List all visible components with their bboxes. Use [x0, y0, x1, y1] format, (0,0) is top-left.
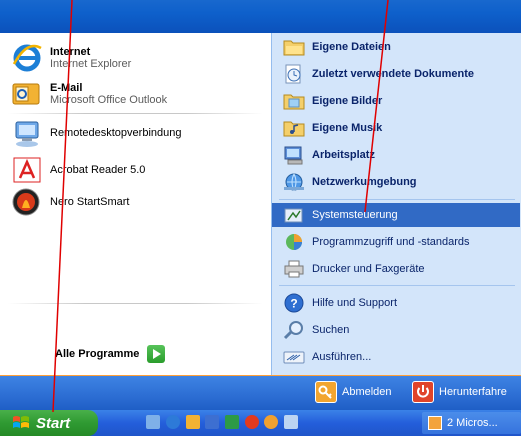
right-item-label: Zuletzt verwendete Dokumente: [312, 68, 474, 80]
right-item-systemsteuerung[interactable]: Systemsteuerung: [272, 203, 520, 227]
outlook-icon: [10, 78, 44, 110]
logoff-button[interactable]: Abmelden: [315, 381, 392, 403]
recent-acrobat[interactable]: Acrobat Reader 5.0: [10, 152, 265, 188]
key-icon: [315, 381, 337, 403]
taskbar-button-microsoft[interactable]: 2 Micros...: [422, 412, 521, 434]
green-arrow-icon: [147, 345, 166, 363]
right-item-label: Eigene Musik: [312, 122, 383, 134]
right-item-label: Arbeitsplatz: [312, 149, 375, 161]
right-item-zuletzt-verwendete-dokumente[interactable]: Zuletzt verwendete Dokumente: [282, 62, 518, 86]
quicklaunch-desktop-icon[interactable]: [146, 415, 160, 429]
internet-explorer-icon: [10, 42, 44, 74]
search-icon: [282, 319, 306, 341]
right-item-drucker[interactable]: Drucker und Faxgeräte: [282, 257, 518, 281]
network-icon: [282, 171, 306, 193]
right-item-label: Drucker und Faxgeräte: [312, 263, 425, 275]
folder-icon: [282, 36, 306, 58]
recent-remote-desktop-label: Remotedesktopverbindung: [50, 127, 182, 139]
all-programs-button[interactable]: Alle Programme: [55, 345, 166, 363]
pictures-folder-icon: [282, 90, 306, 112]
right-item-label: Systemsteuerung: [312, 209, 398, 221]
remote-desktop-icon: [10, 117, 44, 149]
quicklaunch-folder-icon[interactable]: [284, 415, 298, 429]
recent-remote-desktop[interactable]: Remotedesktopverbindung: [10, 115, 265, 151]
music-folder-icon: [282, 117, 306, 139]
pinned-email[interactable]: E-Mail Microsoft Office Outlook: [10, 76, 265, 112]
recent-nero[interactable]: Nero StartSmart: [10, 184, 265, 220]
outlook-task-icon: [428, 416, 442, 430]
shutdown-label: Herunterfahre: [439, 386, 507, 398]
pinned-internet[interactable]: Internet Internet Explorer: [10, 40, 265, 76]
right-item-label: Eigene Bilder: [312, 95, 383, 107]
power-icon: [412, 381, 434, 403]
program-access-icon: [282, 231, 306, 253]
right-item-label: Hilfe und Support: [312, 297, 397, 309]
right-item-netzwerkumgebung[interactable]: Netzwerkumgebung: [282, 170, 518, 194]
recent-nero-label: Nero StartSmart: [50, 196, 130, 208]
shutdown-button[interactable]: Herunterfahre: [412, 381, 507, 403]
left-divider-pinned: [8, 113, 263, 114]
right-item-programmzugriff[interactable]: Programmzugriff und -standards: [282, 230, 518, 254]
quicklaunch-media-icon[interactable]: [264, 415, 278, 429]
right-item-eigene-dateien[interactable]: Eigene Dateien: [282, 35, 518, 59]
right-item-label: Eigene Dateien: [312, 41, 391, 53]
right-item-hilfe[interactable]: ? Hilfe und Support: [282, 291, 518, 315]
control-panel-icon: [282, 204, 306, 226]
help-icon: ?: [282, 292, 306, 314]
quicklaunch-ie-icon[interactable]: [166, 415, 180, 429]
right-item-arbeitsplatz[interactable]: Arbeitsplatz: [282, 143, 518, 167]
right-item-label: Ausführen...: [312, 351, 372, 363]
pinned-email-subtitle: Microsoft Office Outlook: [50, 94, 168, 106]
start-menu-header: [0, 0, 521, 33]
task-label: 2 Micros...: [447, 417, 498, 429]
right-divider-2: [279, 285, 515, 286]
recent-docs-icon: [282, 63, 306, 85]
pinned-internet-subtitle: Internet Explorer: [50, 58, 132, 70]
start-label: Start: [36, 414, 71, 432]
right-item-suchen[interactable]: Suchen: [282, 318, 518, 342]
printer-icon: [282, 258, 306, 280]
right-item-label: Suchen: [312, 324, 350, 336]
right-item-eigene-bilder[interactable]: Eigene Bilder: [282, 89, 518, 113]
pinned-internet-title: Internet: [50, 46, 91, 58]
left-divider-all-programs: [8, 303, 263, 304]
quicklaunch-nero-icon[interactable]: [245, 415, 259, 429]
right-item-label: Programmzugriff und -standards: [312, 236, 470, 248]
windows-flag-icon: [12, 415, 30, 431]
logoff-label: Abmelden: [342, 386, 392, 398]
pinned-email-title: E-Mail: [50, 82, 83, 94]
right-item-label: Netzwerkumgebung: [312, 176, 417, 188]
start-button[interactable]: Start: [0, 410, 98, 436]
right-divider-1: [279, 199, 515, 200]
recent-acrobat-label: Acrobat Reader 5.0: [50, 164, 146, 176]
quicklaunch-outlook-icon[interactable]: [186, 415, 200, 429]
quicklaunch-excel-icon[interactable]: [225, 415, 239, 429]
right-item-eigene-musik[interactable]: Eigene Musik: [282, 116, 518, 140]
svg-text:?: ?: [290, 297, 297, 311]
right-item-ausfuehren[interactable]: Ausführen...: [282, 345, 518, 369]
quicklaunch-word-icon[interactable]: [205, 415, 219, 429]
all-programs-label: Alle Programme: [55, 348, 140, 360]
run-icon: [282, 346, 306, 368]
nero-icon: [10, 186, 44, 218]
my-computer-icon: [282, 144, 306, 166]
acrobat-icon: [10, 154, 44, 186]
